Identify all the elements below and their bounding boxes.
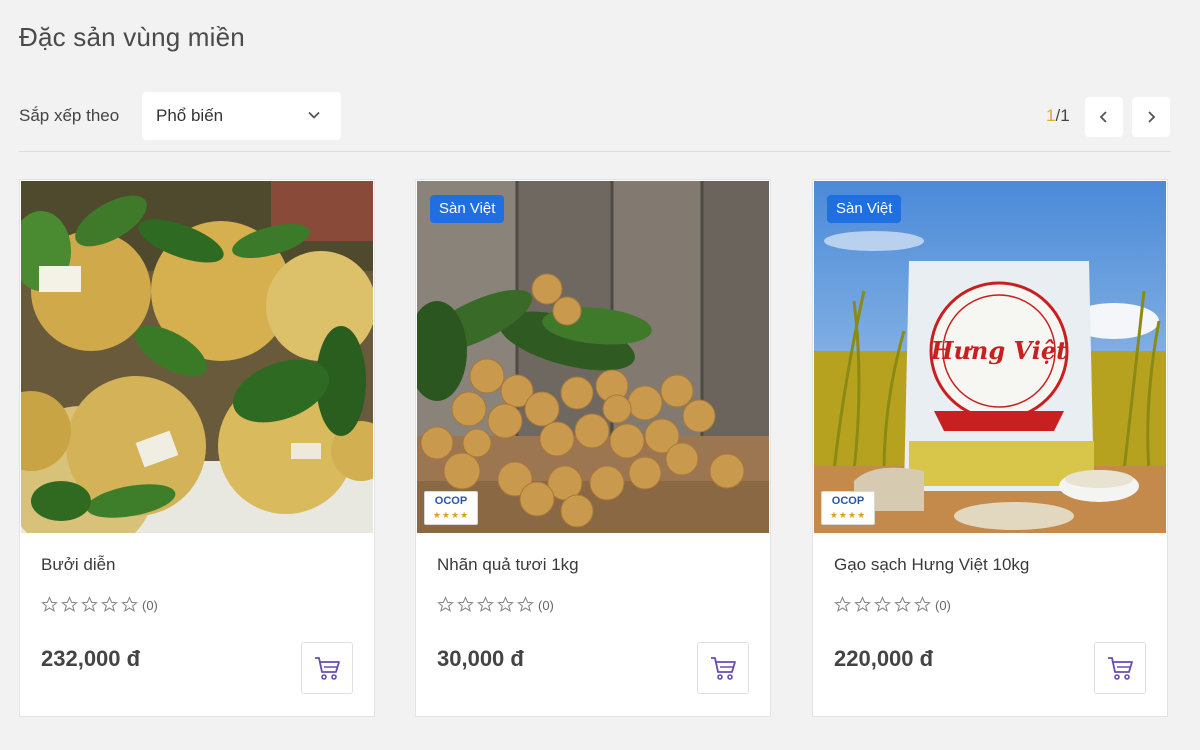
star-outline-icon [101, 596, 118, 613]
star-outline-icon [874, 596, 891, 613]
ocop-label: OCOP [434, 495, 468, 507]
sort-selected-value: Phổ biến [156, 106, 224, 125]
product-card[interactable]: Hưng Việt Sàn Việt OCOP ★★★★ Gạo sạch Hư… [812, 179, 1168, 717]
san-viet-badge: Sàn Việt [827, 195, 902, 223]
star-outline-icon [457, 596, 474, 613]
product-price: 232,000 đ [41, 646, 141, 671]
ocop-label: OCOP [831, 495, 865, 507]
add-to-cart-button[interactable] [697, 642, 749, 694]
divider [19, 151, 1171, 152]
ocop-stars: ★★★★ [432, 510, 470, 520]
star-outline-icon [61, 596, 78, 613]
ocop-badge: OCOP ★★★★ [821, 491, 875, 525]
rating-count: (0) [142, 598, 158, 613]
star-outline-icon [41, 596, 58, 613]
san-viet-badge: Sàn Việt [430, 195, 505, 223]
product-price: 30,000 đ [437, 646, 524, 671]
add-to-cart-button[interactable] [301, 642, 353, 694]
product-image-longan[interactable] [417, 181, 769, 533]
product-card[interactable]: Bưởi diễn (0) 232,000 đ [19, 179, 375, 717]
prev-page-button[interactable] [1085, 97, 1123, 137]
product-card[interactable]: Sàn Việt OCOP ★★★★ Nhãn quả tươi 1kg (0)… [415, 179, 771, 717]
chevron-right-icon [1148, 111, 1156, 123]
product-price: 220,000 đ [834, 646, 934, 671]
star-outline-icon [81, 596, 98, 613]
product-name[interactable]: Gạo sạch Hưng Việt 10kg [834, 555, 1029, 575]
ocop-stars: ★★★★ [829, 510, 867, 520]
rating-count: (0) [935, 598, 951, 613]
rating-stars: (0) [834, 596, 951, 613]
chevron-down-icon [308, 111, 320, 119]
star-outline-icon [121, 596, 138, 613]
rating-stars: (0) [41, 596, 158, 613]
star-outline-icon [517, 596, 534, 613]
star-outline-icon [834, 596, 851, 613]
product-image-pomelo[interactable] [21, 181, 373, 533]
star-outline-icon [437, 596, 454, 613]
chevron-left-icon [1099, 111, 1107, 123]
rating-count: (0) [538, 598, 554, 613]
cart-icon [315, 657, 340, 680]
sort-label: Sắp xếp theo [19, 106, 120, 125]
product-name[interactable]: Bưởi diễn [41, 555, 116, 575]
page-title: Đặc sản vùng miền [19, 22, 245, 52]
star-outline-icon [497, 596, 514, 613]
page-total: /1 [1055, 106, 1070, 125]
page-indicator: 1/1 [1046, 106, 1070, 126]
cart-icon [711, 657, 736, 680]
rating-stars: (0) [437, 596, 554, 613]
add-to-cart-button[interactable] [1094, 642, 1146, 694]
sort-dropdown[interactable]: Phổ biến [142, 92, 341, 140]
star-outline-icon [914, 596, 931, 613]
product-name[interactable]: Nhãn quả tươi 1kg [437, 555, 579, 575]
bag-brand-text: Hưng Việt [930, 336, 1067, 365]
toolbar: Sắp xếp theo Phổ biến 1/1 [0, 92, 1200, 140]
product-image-rice-bag[interactable]: Hưng Việt [814, 181, 1166, 533]
ocop-badge: OCOP ★★★★ [424, 491, 478, 525]
star-outline-icon [854, 596, 871, 613]
star-outline-icon [894, 596, 911, 613]
star-outline-icon [477, 596, 494, 613]
cart-icon [1108, 657, 1133, 680]
next-page-button[interactable] [1132, 97, 1170, 137]
